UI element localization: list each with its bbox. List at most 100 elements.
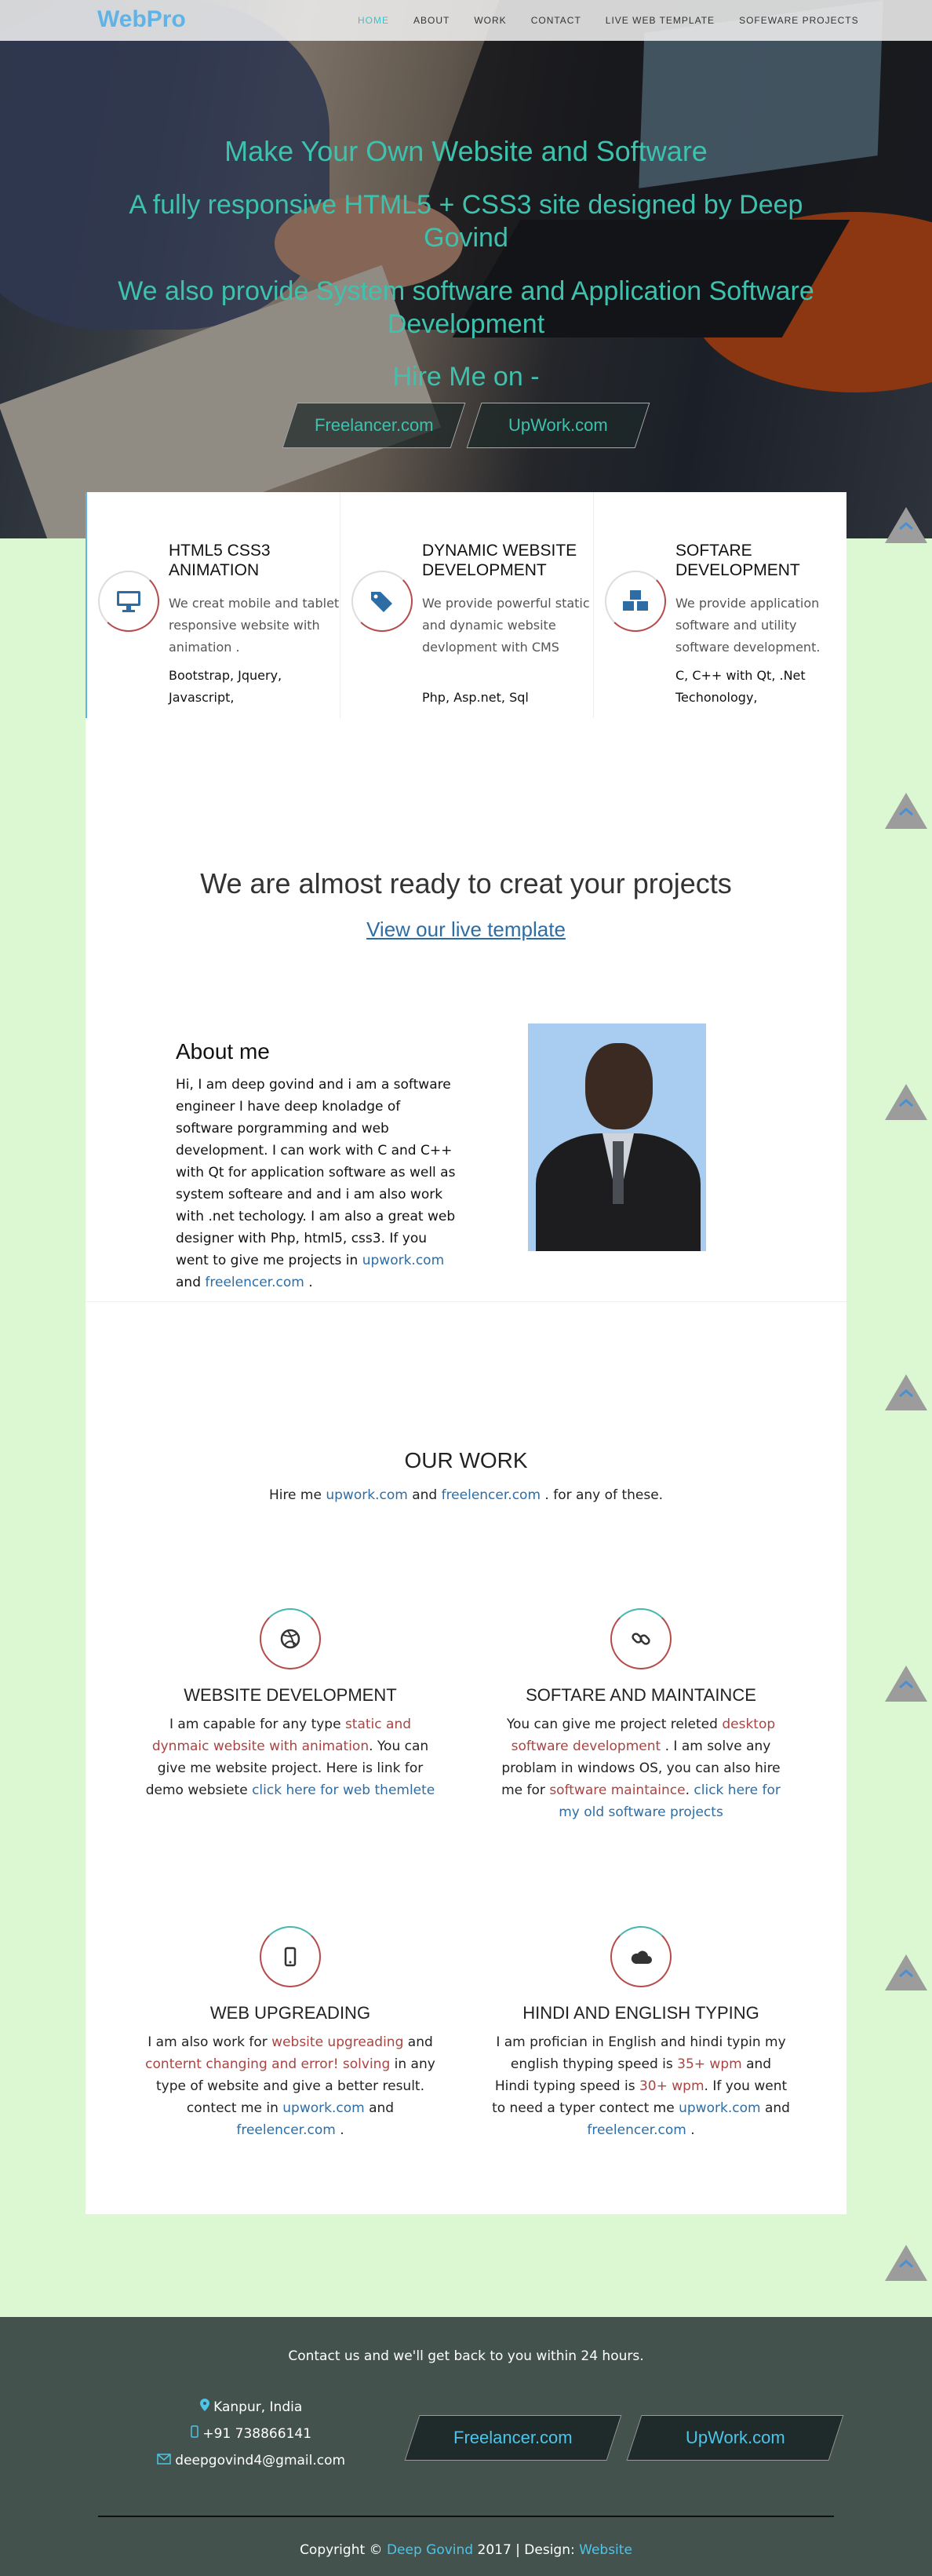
card-text: and: [764, 2100, 790, 2116]
card-text: You can give me project releted: [506, 1717, 718, 1732]
work-sub-and: and: [412, 1487, 438, 1503]
card-highlight: 35+ wpm: [677, 2056, 742, 2072]
about-upwork-link[interactable]: upwork.com: [362, 1253, 444, 1268]
footer-freelancer-button[interactable]: Freelancer.com: [404, 2415, 622, 2461]
hero-title: Make Your Own Website and Software: [224, 135, 708, 167]
copyright: Copyright © Deep Govind 2017 | Design: W…: [0, 2542, 932, 2558]
copyright-mid: 2017 | Design:: [477, 2542, 575, 2558]
map-marker-icon: [199, 2399, 209, 2411]
about-heading: About me: [176, 1039, 270, 1064]
card-text: I am also work for: [147, 2034, 268, 2050]
scroll-top-button[interactable]: [885, 2245, 927, 2281]
scroll-top-button[interactable]: [885, 1666, 927, 1702]
service-title: HTML5 CSS3 ANIMATION: [169, 542, 271, 579]
footer-location-text: Kanpur, India: [213, 2399, 303, 2415]
top-navbar: WebPro HOME ABOUT WORK CONTACT LIVE WEB …: [0, 0, 932, 41]
footer-divider: [98, 2516, 834, 2517]
work-sub-post: . for any of these.: [544, 1487, 664, 1503]
work-card-title: SOFTARE AND MAINTAINCE: [526, 1685, 756, 1705]
nav-item-contact[interactable]: CONTACT: [531, 15, 581, 26]
nav-item-home[interactable]: HOME: [358, 15, 389, 26]
footer-email-text[interactable]: deepgovind4@gmail.com: [175, 2453, 345, 2468]
nav-item-about[interactable]: ABOUT: [413, 15, 450, 26]
footer-phone: +91 738866141: [149, 2421, 353, 2447]
section-divider: [86, 1301, 846, 1302]
about-and: and: [176, 1275, 201, 1290]
envelope-icon: [157, 2454, 171, 2465]
card-freelancer-link[interactable]: freelencer.com: [587, 2122, 686, 2138]
service-card: DYNAMIC WEBSITE DEVELOPMENT We provide p…: [340, 492, 594, 718]
work-card-desc: I am capable for any type static and dyn…: [141, 1713, 439, 1801]
work-card-title: WEB UPGREADING: [209, 2003, 371, 2023]
monitor-icon: [98, 571, 159, 632]
footer: Contact us and we'll get back to you wit…: [0, 2317, 932, 2576]
card-highlight: website upgreading: [271, 2034, 404, 2050]
service-desc: We creat mobile and tablet responsive we…: [169, 596, 340, 655]
service-title: SOFTARE DEVELOPMENT: [675, 542, 800, 579]
scroll-top-button[interactable]: [885, 1084, 927, 1120]
service-tech: Php, Asp.net, Sql: [422, 690, 529, 705]
dribbble-icon: [260, 1608, 321, 1669]
services-strip: HTML5 CSS3 ANIMATION We creat mobile and…: [86, 492, 846, 718]
hero-hire-line: Hire Me on -: [392, 362, 540, 392]
footer-email: deepgovind4@gmail.com: [149, 2447, 353, 2474]
work-card-desc: I am also work for website upgreading an…: [141, 2031, 439, 2141]
work-upwork-link[interactable]: upwork.com: [326, 1487, 407, 1503]
hero-banner: Make Your Own Website and Software A ful…: [0, 0, 932, 538]
nav-item-work[interactable]: WORK: [474, 15, 506, 26]
card-highlight: 30+ wpm: [639, 2078, 704, 2094]
card-freelancer-link[interactable]: freelencer.com: [236, 2122, 335, 2138]
footer-upwork-label: UpWork.com: [685, 2428, 785, 2447]
tags-icon: [351, 571, 413, 632]
hero-services-line: We also provide System software and Appl…: [118, 276, 814, 339]
link-icon: [610, 1608, 672, 1669]
scroll-top-button[interactable]: [885, 793, 927, 829]
card-text: and: [407, 2034, 433, 2050]
card-highlight: software maintaince: [549, 1782, 686, 1798]
service-title: DYNAMIC WEBSITE DEVELOPMENT: [422, 542, 577, 579]
profile-photo: [528, 1023, 706, 1251]
card-upwork-link[interactable]: upwork.com: [282, 2100, 364, 2116]
work-sub-pre: Hire me: [268, 1487, 322, 1503]
card-text: and: [369, 2100, 395, 2116]
hero-upwork-label: UpWork.com: [508, 415, 608, 435]
card-upwork-link[interactable]: upwork.com: [679, 2100, 760, 2116]
nav-item-software-projects[interactable]: SOFEWARE PROJECTS: [739, 15, 859, 26]
card-text: I am capable for any type: [169, 1717, 341, 1732]
footer-contact-text: Contact us and we'll get back to you wit…: [288, 2348, 644, 2364]
live-template-link-text[interactable]: View our live template: [366, 918, 566, 941]
footer-freelancer-label: Freelancer.com: [453, 2428, 573, 2447]
hero-upwork-button[interactable]: UpWork.com: [466, 403, 650, 448]
card-text: .: [340, 2122, 344, 2138]
about-body: Hi, I am deep govind and i am a software…: [176, 1077, 456, 1268]
about-text: Hi, I am deep govind and i am a software…: [176, 1074, 458, 1293]
card-text: I am profician in English and hindi typi…: [496, 2034, 786, 2072]
service-desc: We provide application software and util…: [675, 596, 821, 655]
logo[interactable]: WebPro: [97, 6, 186, 33]
scroll-top-button[interactable]: [885, 507, 927, 543]
service-tech: C, C++ with Qt, .Net Techonology,: [675, 668, 806, 705]
scroll-top-button[interactable]: [885, 1374, 927, 1410]
copyright-pre: Copyright ©: [300, 2542, 383, 2558]
work-subheading: Hire me upwork.com and freelencer.com . …: [0, 1487, 932, 1503]
footer-upwork-button[interactable]: UpWork.com: [626, 2415, 844, 2461]
hero-freelancer-label: Freelancer.com: [314, 415, 434, 435]
scroll-top-button[interactable]: [885, 1954, 927, 1990]
service-card: HTML5 CSS3 ANIMATION We creat mobile and…: [87, 492, 340, 718]
hero-freelancer-button[interactable]: Freelancer.com: [282, 403, 466, 448]
cloud-icon: [610, 1926, 672, 1987]
footer-phone-text: +91 738866141: [202, 2426, 312, 2442]
footer-contact-info: Kanpur, India +91 738866141 deepgovind4@…: [149, 2394, 353, 2474]
work-card-desc: You can give me project releted desktop …: [492, 1713, 790, 1823]
work-freelancer-link[interactable]: freelencer.com: [442, 1487, 541, 1503]
about-freelancer-link[interactable]: freelencer.com: [205, 1275, 304, 1290]
ready-heading: We are almost ready to creat your projec…: [200, 867, 732, 899]
service-card: SOFTARE DEVELOPMENT We provide applicati…: [594, 492, 846, 718]
design-website-link[interactable]: Website: [579, 2542, 632, 2558]
web-template-link[interactable]: click here for web themlete: [252, 1782, 435, 1798]
copyright-name-link[interactable]: Deep Govind: [387, 2542, 473, 2558]
nav-item-live-web-template[interactable]: LIVE WEB TEMPLATE: [606, 15, 715, 26]
work-card-desc: I am profician in English and hindi typi…: [492, 2031, 790, 2141]
nav-menu: HOME ABOUT WORK CONTACT LIVE WEB TEMPLAT…: [358, 15, 883, 26]
work-heading: OUR WORK: [404, 1448, 528, 1472]
